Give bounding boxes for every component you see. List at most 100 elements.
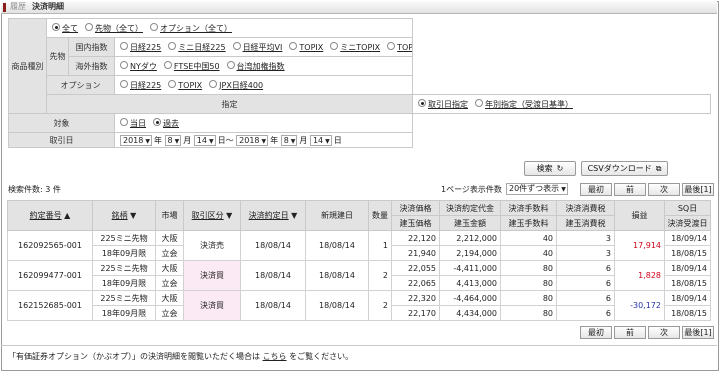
market-cell: 立会 <box>155 305 184 321</box>
fee-cell: 80 <box>500 305 557 321</box>
year-unit: 年 <box>153 135 162 145</box>
radio-icon <box>150 23 158 31</box>
search-button[interactable]: 検索 ↻ <box>524 161 576 176</box>
pager-first-button-bottom[interactable]: 最初 <box>580 326 612 339</box>
col-tradetype-header[interactable]: 取引区分 ▼ <box>183 200 241 231</box>
col-price-header: 決済価格 <box>391 200 440 216</box>
trade-type-cell: 決済買 <box>183 260 241 291</box>
col-date-header[interactable]: 決済約定日 ▼ <box>240 200 306 231</box>
col-entry-price-header: 建玉価格 <box>391 215 440 231</box>
pager-first-button[interactable]: 最初 <box>580 183 612 196</box>
to-day-select[interactable]: 14 ▼ <box>309 134 332 146</box>
pager-last-button[interactable]: 最後[1] <box>682 183 714 196</box>
from-day-select[interactable]: 14 ▼ <box>193 134 216 146</box>
product-type-option[interactable]: オプション（全て） <box>150 23 232 34</box>
breadcrumb[interactable]: 履歴 <box>10 1 26 13</box>
pager-prev-button-bottom[interactable]: 前 <box>614 326 646 339</box>
table-row: 162152685-001 225ミニ先物 大阪 決済買 18/08/14 18/08/1… <box>7 290 711 321</box>
option-index-option[interactable]: JPX日経400 <box>209 80 263 91</box>
domestic-index-option-label: TOPIXCore30 <box>397 42 411 52</box>
pager-prev-button[interactable]: 前 <box>614 183 646 196</box>
sort-asc-icon: ▲ <box>61 211 71 220</box>
chevron-down-icon: ▼ <box>325 137 330 145</box>
radio-icon <box>209 80 218 88</box>
target-option-label: 過去 <box>163 118 179 128</box>
tax-cell: 3 <box>556 245 615 261</box>
radio-icon <box>168 80 177 88</box>
target-options: 当日 過去 <box>114 113 413 133</box>
domestic-index-option[interactable]: TOPIX <box>289 42 323 52</box>
settle-date-cell: 18/08/14 <box>240 230 306 261</box>
option-index-option[interactable]: TOPIX <box>168 80 203 90</box>
trade-type-cell: 決済買 <box>183 290 241 321</box>
issue-cell: 18年09月限 <box>92 305 156 321</box>
pager-next-button-bottom[interactable]: 次 <box>648 326 680 339</box>
product-type-option[interactable]: 全て <box>52 23 78 34</box>
day-unit: 日 <box>217 135 226 145</box>
product-type-option[interactable]: 先物（全て） <box>85 23 143 34</box>
col-tax-header: 決済消費税 <box>556 200 615 216</box>
to-year-select[interactable]: 2018 ▼ <box>236 134 269 146</box>
quantity-cell: 1 <box>368 230 392 261</box>
amount-cell: -4,411,000 <box>439 260 501 276</box>
pager-next-button[interactable]: 次 <box>648 183 680 196</box>
tax-cell: 6 <box>556 290 615 306</box>
to-month-select[interactable]: 8 ▼ <box>280 134 298 146</box>
domestic-index-option[interactable]: 日経225 <box>120 42 161 53</box>
here-link[interactable]: こちら <box>263 352 287 361</box>
product-type-option-label: 先物（全て） <box>95 23 143 33</box>
option-index-option[interactable]: 日経225 <box>120 80 161 91</box>
domestic-index-option[interactable]: TOPIXCore30 <box>387 42 412 52</box>
settle-date-cell: 18/08/14 <box>240 290 306 321</box>
col-entry-amount-header: 建玉金額 <box>439 215 501 231</box>
pl-cell: 17,914 <box>614 230 665 261</box>
fee-cell: 80 <box>500 290 557 306</box>
target-option[interactable]: 当日 <box>120 118 146 129</box>
option-index-option-label: TOPIX <box>178 80 203 90</box>
col-issue-header[interactable]: 銘柄 ▼ <box>92 200 156 231</box>
domestic-index-option[interactable]: ミニ日経225 <box>168 42 226 53</box>
options-options: 日経225 TOPIX JPX日経400 <box>114 75 413 95</box>
page-title: 決済明細 <box>32 2 64 11</box>
footer-note: 「有価証券オプション（かぶオプ）」の決済明細を閲覧いただく場合は こちら をご覧… <box>8 352 354 361</box>
sq-date-cell: 18/09/14 <box>664 230 711 246</box>
sq-date-cell: 18/09/14 <box>664 260 711 276</box>
domestic-options: 日経225 ミニ日経225 日経平均VI TOPIX ミニTOPIX TOPIXCore3… <box>114 37 413 57</box>
overseas-index-option[interactable]: 台湾加権指数 <box>226 61 285 72</box>
fee-cell: 80 <box>500 260 557 276</box>
col-contract-header[interactable]: 約定番号 ▲ <box>7 200 93 231</box>
price-cell: 21,940 <box>391 245 440 261</box>
designation-option-label: 取引日指定 <box>428 99 468 109</box>
option-index-option-label: JPX日経400 <box>219 80 264 90</box>
header-accent <box>3 3 6 12</box>
radio-icon <box>120 118 128 126</box>
overseas-index-option[interactable]: NYダウ <box>120 61 157 72</box>
col-entry-fee-header: 建玉手数料 <box>500 215 557 231</box>
overseas-index-option[interactable]: FTSE中国50 <box>163 61 220 72</box>
tradedate-label: 取引日 <box>8 132 115 148</box>
sq-date-cell: 18/08/15 <box>664 275 711 291</box>
from-month-select[interactable]: 8 ▼ <box>164 134 182 146</box>
sort-icon: ▼ <box>223 211 233 220</box>
settle-date-cell: 18/08/14 <box>240 260 306 291</box>
per-page-select[interactable]: 20件ずつ表示 ▼ <box>506 183 568 195</box>
divider <box>1 345 717 346</box>
domestic-index-option-label: 日経225 <box>130 42 162 52</box>
external-window-icon: ⧉ <box>655 164 662 173</box>
trade-type-cell: 決済売 <box>183 230 241 261</box>
radio-icon <box>418 99 426 107</box>
csv-download-button[interactable]: CSVダウンロード ⧉ <box>581 161 668 176</box>
pager-last-button-bottom[interactable]: 最後[1] <box>682 326 714 339</box>
new-date-cell: 18/08/14 <box>305 260 369 291</box>
futures-label: 先物 <box>46 37 69 76</box>
contract-number-cell: 162152685-001 <box>7 290 93 321</box>
tax-cell: 3 <box>556 230 615 246</box>
domestic-index-option[interactable]: ミニTOPIX <box>330 42 380 53</box>
from-year-select[interactable]: 2018 ▼ <box>120 134 152 146</box>
target-option[interactable]: 過去 <box>153 118 179 129</box>
designation-option[interactable]: 取引日指定 <box>418 99 468 110</box>
domestic-index-option[interactable]: 日経平均VI <box>232 42 282 53</box>
price-cell: 22,170 <box>391 305 440 321</box>
designation-option[interactable]: 年別指定（受渡日基準） <box>475 99 573 110</box>
options-label: オプション <box>46 75 115 95</box>
